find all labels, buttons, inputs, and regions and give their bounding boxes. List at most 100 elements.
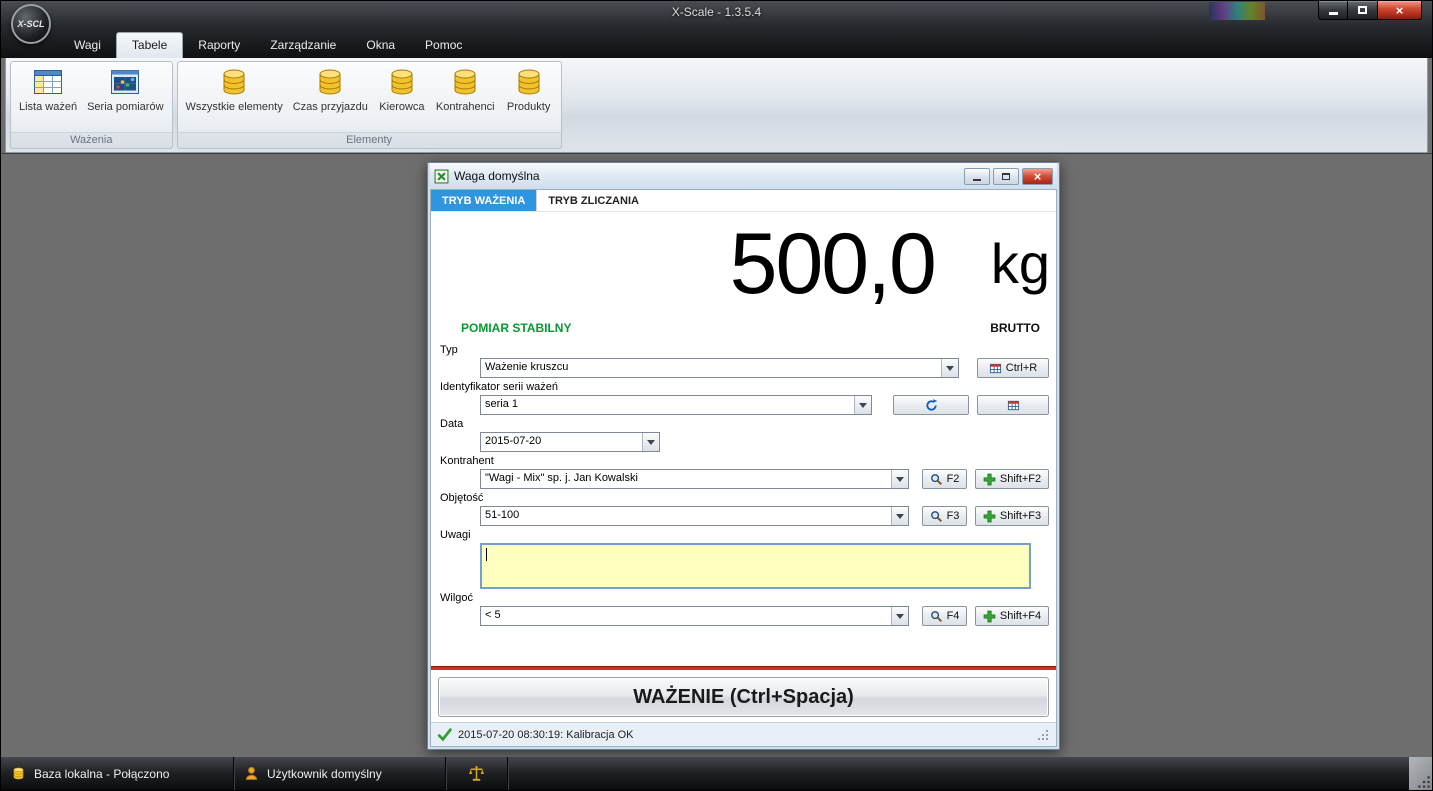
close-button[interactable]: × <box>1022 168 1053 185</box>
ribbon-item-seria-pomiarow[interactable]: Seria pomiarów <box>82 64 168 132</box>
type-combobox[interactable]: Ważenie kruszcu <box>480 358 959 378</box>
series-table-icon <box>1007 399 1020 412</box>
date-combobox[interactable]: 2015-07-20 <box>480 432 660 452</box>
measurement-statusline: POMIAR STABILNY BRUTTO <box>431 316 1056 340</box>
ribbon-item-produkty[interactable]: Produkty <box>500 64 558 132</box>
ribbon-item-kierowca[interactable]: Kierowca <box>373 64 431 132</box>
humidity-search-button[interactable]: F4 <box>922 606 967 626</box>
search-icon <box>930 510 943 523</box>
ribbon-group-elementy: Wszystkie elementy Czas przyjazdu Kierow… <box>177 61 562 149</box>
close-icon: × <box>1034 170 1042 183</box>
ribbon-tab-bar: Wagi Tabele Raporty Zarządzanie Okna Pom… <box>59 31 477 58</box>
app-resize-grip[interactable] <box>1409 757 1432 790</box>
chevron-down-icon[interactable] <box>854 396 871 414</box>
combobox-value: Ważenie kruszcu <box>481 359 941 377</box>
button-label: Shift+F4 <box>1000 610 1041 622</box>
app-statusbar: Baza lokalna - Połączono Użytkownik domy… <box>1 757 1432 790</box>
button-label: F2 <box>947 473 960 485</box>
scale-window-icon <box>434 169 449 184</box>
series-refresh-button[interactable] <box>893 395 969 415</box>
maximize-button[interactable] <box>993 168 1019 185</box>
series-combobox[interactable]: seria 1 <box>480 395 872 415</box>
chevron-down-icon[interactable] <box>642 433 659 451</box>
tab-wagi[interactable]: Wagi <box>59 33 116 58</box>
database-icon <box>449 66 481 98</box>
tab-tabele[interactable]: Tabele <box>116 32 183 58</box>
tab-okna[interactable]: Okna <box>351 33 410 58</box>
tab-tryb-zliczania[interactable]: TRYB ZLICZANIA <box>536 190 650 211</box>
contractor-search-button[interactable]: F2 <box>922 469 967 489</box>
scale-window: Waga domyślna × TRYB WAŻENIA TRYB ZLICZA… <box>427 162 1060 750</box>
mode-tabs: TRYB WAŻENIA TRYB ZLICZANIA <box>431 190 1056 212</box>
chevron-down-icon[interactable] <box>891 607 908 625</box>
weight-unit: kg <box>991 236 1050 292</box>
database-icon <box>218 66 250 98</box>
weighing-form: Typ Ważenie kruszcu Ctrl+R <box>431 340 1056 626</box>
contractor-add-button[interactable]: Shift+F2 <box>975 469 1049 489</box>
maximize-button[interactable] <box>1348 1 1377 20</box>
tab-tryb-wazenia[interactable]: TRYB WAŻENIA <box>431 190 536 211</box>
app-titlebar[interactable]: X-SCL X-Scale - 1.3.5.4 × Wagi Tabele Ra… <box>1 1 1432 58</box>
scale-window-titlebar[interactable]: Waga domyślna × <box>430 163 1057 189</box>
measure-status: POMIAR STABILNY <box>461 321 571 335</box>
volume-label: Objętość <box>440 492 1049 504</box>
ribbon-item-label: Kontrahenci <box>436 101 495 113</box>
button-label: F3 <box>947 510 960 522</box>
application-window: X-SCL X-Scale - 1.3.5.4 × Wagi Tabele Ra… <box>0 0 1433 791</box>
tab-raporty[interactable]: Raporty <box>183 33 255 58</box>
database-icon <box>11 766 26 781</box>
scale-window-content: TRYB WAŻENIA TRYB ZLICZANIA 500,0 kg POM… <box>430 189 1057 747</box>
plus-icon <box>983 510 996 523</box>
tab-pomoc[interactable]: Pomoc <box>410 33 477 58</box>
ribbon-item-czas-przyjazdu[interactable]: Czas przyjazdu <box>288 64 373 132</box>
ribbon-item-wszystkie-elementy[interactable]: Wszystkie elementy <box>181 64 288 132</box>
grip-dots-icon <box>1416 774 1432 790</box>
chevron-down-icon[interactable] <box>941 359 958 377</box>
volume-combobox[interactable]: 51-100 <box>480 506 909 526</box>
humidity-combobox[interactable]: < 5 <box>480 606 909 626</box>
alert-separator <box>431 666 1056 670</box>
button-label: Shift+F2 <box>1000 473 1041 485</box>
button-label: Shift+F3 <box>1000 510 1041 522</box>
mdi-workspace: Waga domyślna × TRYB WAŻENIA TRYB ZLICZA… <box>1 153 1432 757</box>
tab-zarzadzanie[interactable]: Zarządzanie <box>255 33 351 58</box>
close-icon: × <box>1396 4 1404 17</box>
volume-add-button[interactable]: Shift+F3 <box>975 506 1049 526</box>
chevron-down-icon[interactable] <box>891 470 908 488</box>
volume-search-button[interactable]: F3 <box>922 506 967 526</box>
statusbar-user-section: Użytkownik domyślny <box>234 757 446 790</box>
database-icon <box>386 66 418 98</box>
ribbon-group-label: Ważenia <box>11 132 172 148</box>
ribbon: Lista ważeń Seria pomiarów Ważenia Wszys… <box>5 58 1428 153</box>
scale-window-caption-buttons: × <box>964 168 1053 185</box>
scale-window-statusbar: 2015-07-20 08:30:19: Kalibracja OK <box>431 722 1056 746</box>
user-status: Użytkownik domyślny <box>267 767 382 781</box>
balance-scale-icon <box>468 765 485 782</box>
ribbon-item-label: Produkty <box>507 101 550 113</box>
refresh-icon <box>925 399 938 412</box>
minimize-button[interactable] <box>1318 1 1348 20</box>
combobox-value: seria 1 <box>481 396 854 414</box>
contractor-combobox[interactable]: "Wagi - Mix" sp. j. Jan Kowalski <box>480 469 909 489</box>
weight-value: 500,0 <box>730 221 935 307</box>
window-caption-buttons: × <box>1318 1 1422 20</box>
chevron-down-icon[interactable] <box>891 507 908 525</box>
minimize-button[interactable] <box>964 168 990 185</box>
scale-table-icon <box>989 362 1002 375</box>
ribbon-item-lista-wazen[interactable]: Lista ważeń <box>14 64 82 132</box>
search-icon <box>930 610 943 623</box>
weigh-button[interactable]: WAŻENIE (Ctrl+Spacja) <box>438 677 1049 717</box>
button-label: F4 <box>947 610 960 622</box>
close-button[interactable]: × <box>1377 1 1422 20</box>
ribbon-item-kontrahenci[interactable]: Kontrahenci <box>431 64 500 132</box>
window-resize-grip[interactable] <box>1036 728 1050 742</box>
series-new-button[interactable] <box>977 395 1049 415</box>
button-label: Ctrl+R <box>1006 362 1037 374</box>
humidity-add-button[interactable]: Shift+F4 <box>975 606 1049 626</box>
notes-textarea[interactable] <box>480 543 1031 589</box>
database-icon <box>513 66 545 98</box>
series-label: Identyfikator serii ważeń <box>440 381 1049 393</box>
user-icon <box>244 766 259 781</box>
ribbon-item-label: Czas przyjazdu <box>293 101 368 113</box>
type-select-button[interactable]: Ctrl+R <box>977 358 1049 378</box>
